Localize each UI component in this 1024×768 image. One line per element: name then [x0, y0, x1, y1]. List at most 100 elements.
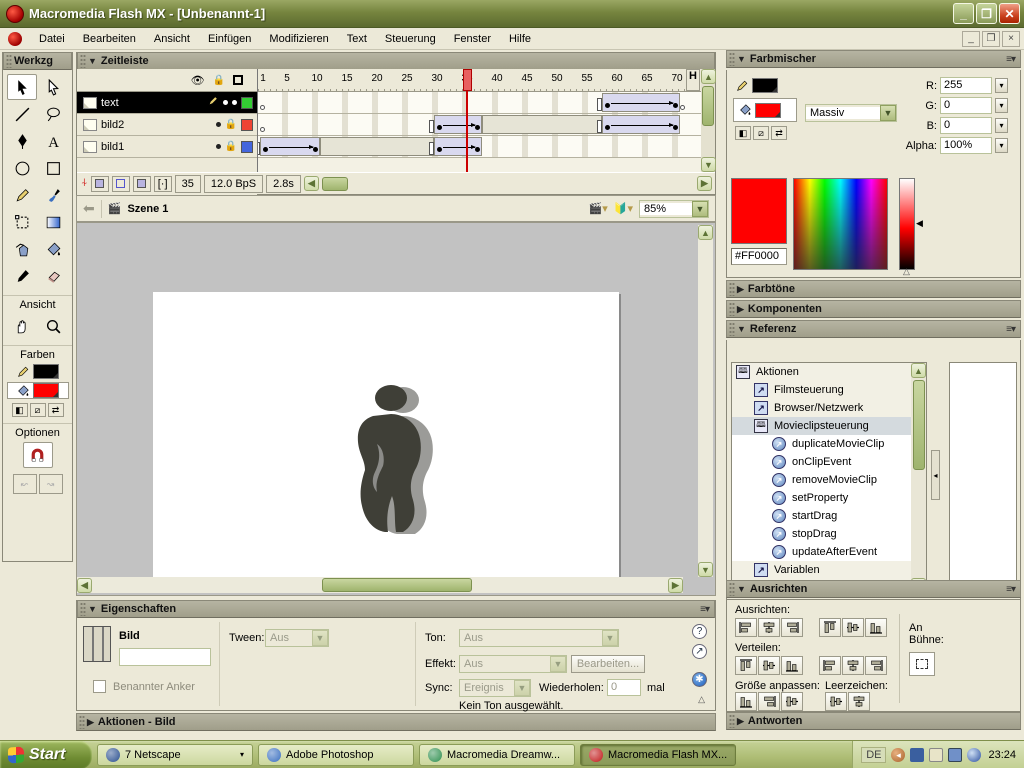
outline-color-swatch[interactable] — [241, 97, 253, 109]
frame-label-field[interactable] — [119, 648, 211, 666]
tree-item-movieclipsteuerung[interactable]: 🕮Movieclipsteuerung — [732, 417, 926, 435]
subselection-tool[interactable] — [38, 74, 68, 100]
distribute-bottom-button[interactable] — [781, 656, 803, 675]
g-spinner[interactable]: ▾ — [995, 98, 1008, 113]
mdi-close-button[interactable]: × — [1002, 31, 1020, 47]
align-bottom-button[interactable] — [865, 618, 887, 637]
onion-skin-outlines-button[interactable] — [112, 176, 130, 192]
tree-item-duplicatemovieclip[interactable]: ↗duplicateMovieClip — [732, 435, 926, 453]
accessibility-icon[interactable]: ✱ — [692, 672, 707, 687]
maximize-button[interactable]: ❐ — [976, 3, 997, 24]
tree-item-startdrag[interactable]: ↗startDrag — [732, 507, 926, 525]
no-color-button[interactable]: ⧄ — [30, 403, 46, 417]
paint-bucket-tool[interactable] — [38, 236, 68, 262]
slider-marker-icon[interactable]: ◀ — [916, 218, 923, 229]
swap-colors-button[interactable]: ⇄ — [48, 403, 64, 417]
tween-span[interactable] — [260, 137, 320, 156]
mixer-fill-swatch[interactable] — [755, 103, 781, 118]
hide-icons-button[interactable]: ◂ — [891, 748, 905, 762]
edit-multiple-frames-button[interactable] — [133, 176, 151, 192]
brush-tool[interactable] — [38, 182, 68, 208]
b-spinner[interactable]: ▾ — [995, 118, 1008, 133]
loop-count-field[interactable]: 0 — [607, 679, 641, 696]
tree-item-variablen[interactable]: ↗Variablen — [732, 561, 926, 579]
align-top-button[interactable] — [819, 618, 841, 637]
language-indicator[interactable]: DE — [861, 747, 886, 763]
distribute-top-button[interactable] — [735, 656, 757, 675]
stage-work-area[interactable]: ▲ ▼ ◀ ▶ — [76, 222, 716, 596]
b-value-field[interactable]: 0 — [940, 117, 992, 134]
stage[interactable] — [153, 292, 619, 579]
mdi-restore-button[interactable]: ❐ — [982, 31, 1000, 47]
minimize-button[interactable]: _ — [953, 3, 974, 24]
properties-header[interactable]: ▼ Eigenschaften ≡▾ — [77, 600, 715, 618]
reference-panel-header[interactable]: ▼ Referenz ≡▾ — [726, 320, 1021, 338]
stage-horizontal-scrollbar[interactable]: ◀ ▶ — [77, 577, 683, 593]
match-both-button[interactable] — [781, 692, 803, 711]
edit-scene-button[interactable]: 🎬▾ — [589, 202, 608, 215]
timeline-header[interactable]: ▼ Zeitleiste — [77, 52, 715, 70]
straighten-option-button[interactable]: ↝ — [39, 474, 63, 494]
to-stage-button[interactable] — [909, 652, 935, 676]
layer-name[interactable]: text — [101, 97, 203, 109]
menu-bearbeiten[interactable]: Bearbeiten — [74, 30, 145, 48]
menu-text[interactable]: Text — [338, 30, 376, 48]
line-tool[interactable] — [7, 101, 37, 127]
layer-row-bild2[interactable]: bild2🔒 — [77, 114, 257, 136]
align-hcenter-button[interactable] — [758, 618, 780, 637]
ink-bottle-tool[interactable] — [7, 236, 37, 262]
onion-skin-button[interactable] — [91, 176, 109, 192]
tree-item-setproperty[interactable]: ↗setProperty — [732, 489, 926, 507]
panel-options-icon[interactable]: ≡▾ — [1006, 584, 1015, 595]
close-button[interactable]: ✕ — [999, 3, 1020, 24]
distribute-left-button[interactable] — [819, 656, 841, 675]
back-arrow-icon[interactable]: ⬅ — [83, 200, 95, 217]
panel-options-icon[interactable]: ≡▾ — [1006, 54, 1015, 65]
stroke-color-swatch[interactable] — [33, 364, 59, 379]
effect-dropdown[interactable]: Aus▼ — [459, 655, 567, 673]
reference-shortcut-icon[interactable]: ↗ — [692, 644, 707, 659]
color-mixer-header[interactable]: ▼ Farbmischer ≡▾ — [726, 50, 1021, 68]
current-frame-indicator[interactable]: 35 — [175, 175, 201, 193]
pen-tool[interactable] — [7, 128, 37, 154]
display-icon[interactable] — [948, 748, 962, 762]
smooth-option-button[interactable]: ↜ — [13, 474, 37, 494]
space-vertical-button[interactable] — [825, 692, 847, 711]
alpha-spinner[interactable]: ▾ — [995, 138, 1008, 153]
components-panel-header[interactable]: ▶ Komponenten — [726, 300, 1021, 318]
sync-dropdown[interactable]: Ereignis▼ — [459, 679, 531, 697]
align-vcenter-button[interactable] — [842, 618, 864, 637]
visibility-dot[interactable] — [216, 122, 221, 127]
rectangle-tool[interactable] — [38, 155, 68, 181]
menu-einfuegen[interactable]: Einfügen — [199, 30, 260, 48]
scroll-down-button[interactable]: ▼ — [701, 157, 716, 172]
align-right-button[interactable] — [781, 618, 803, 637]
align-left-button[interactable] — [735, 618, 757, 637]
tree-item-onclipevent[interactable]: ↗onClipEvent — [732, 453, 926, 471]
scrollbar-thumb[interactable] — [913, 380, 925, 470]
visibility-dot[interactable] — [216, 144, 221, 149]
frame-view-button[interactable]: H — [686, 69, 700, 91]
default-colors-button[interactable]: ◧ — [735, 126, 751, 140]
frame-rate-indicator[interactable]: 12.0 BpS — [204, 175, 263, 193]
swap-colors-button[interactable]: ⇄ — [771, 126, 787, 140]
taskbar-button-7-netscape[interactable]: 7 Netscape▾ — [97, 744, 253, 766]
tree-item-updateafterevent[interactable]: ↗updateAfterEvent — [732, 543, 926, 561]
scroll-left-button[interactable]: ◀ — [77, 578, 92, 593]
hand-tool[interactable] — [7, 313, 37, 339]
menu-steuerung[interactable]: Steuerung — [376, 30, 445, 48]
fill-style-dropdown[interactable]: Massiv▼ — [805, 104, 897, 122]
tween-span[interactable] — [434, 137, 482, 156]
menu-fenster[interactable]: Fenster — [445, 30, 500, 48]
empty-keyframe[interactable] — [260, 105, 265, 110]
taskbar-button-macromedia-dreamw-[interactable]: Macromedia Dreamw... — [419, 744, 575, 766]
g-value-field[interactable]: 0 — [940, 97, 992, 114]
menu-datei[interactable]: Datei — [30, 30, 74, 48]
match-height-button[interactable] — [758, 692, 780, 711]
distribute-vcenter-button[interactable] — [758, 656, 780, 675]
isdn-icon[interactable] — [929, 748, 943, 762]
outline-column-icon[interactable] — [233, 75, 243, 85]
timeline-scroll-right-button[interactable]: ▶ — [697, 176, 712, 191]
menu-modifizieren[interactable]: Modifizieren — [260, 30, 337, 48]
timeline-hscroll-thumb[interactable] — [322, 177, 348, 191]
